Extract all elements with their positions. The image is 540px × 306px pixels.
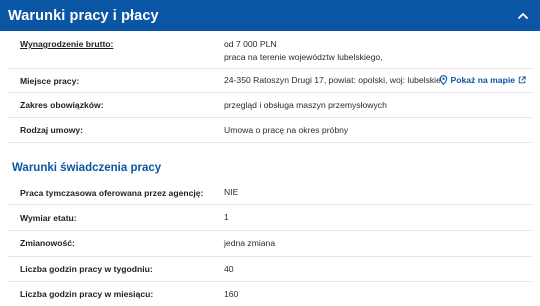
detail-value: 40 <box>224 264 234 274</box>
external-link-icon <box>518 76 526 84</box>
section-title: Warunki pracy i płacy <box>8 7 159 24</box>
detail-value: 24-350 Ratoszyn Drugi 17, powiat: opolsk… <box>224 75 441 85</box>
detail-row-weekly-hours: Liczba godzin pracy w tygodniu: 40 <box>8 257 532 282</box>
detail-label: Wynagrodzenie brutto: <box>20 39 114 49</box>
detail-row-fte: Wymiar etatu: 1 <box>8 205 532 231</box>
detail-label: Zmianowość: <box>20 238 75 248</box>
detail-value: 160 <box>224 289 239 299</box>
detail-row-monthly-hours: Liczba godzin pracy w miesiącu: 160 <box>8 282 532 306</box>
detail-row-shifts: Zmianowość: jedna zmiana <box>8 231 532 257</box>
detail-label: Miejsce pracy: <box>20 76 80 86</box>
detail-label: Liczba godzin pracy w tygodniu: <box>20 264 153 274</box>
detail-row-temp-agency: Praca tymczasowa oferowana przez agencję… <box>8 180 532 205</box>
detail-value: jedna zmiana <box>224 238 276 248</box>
detail-row-workplace: Miejsce pracy: 24-350 Ratoszyn Drugi 17,… <box>8 69 532 93</box>
subsection-title: Warunki świadczenia pracy <box>12 162 162 174</box>
detail-value: Umowa o pracę na okres próbny <box>224 125 349 135</box>
detail-label: Praca tymczasowa oferowana przez agencję… <box>20 188 204 198</box>
detail-row-contract: Rodzaj umowy: Umowa o pracę na okres pró… <box>8 118 532 143</box>
detail-label: Zakres obowiązków: <box>20 100 104 110</box>
detail-value-note: praca na terenie województw lubelskiego, <box>224 52 383 62</box>
detail-row-duties: Zakres obowiązków: przegląd i obsługa ma… <box>8 93 532 118</box>
detail-label: Liczba godzin pracy w miesiącu: <box>20 289 154 299</box>
detail-label: Rodzaj umowy: <box>20 125 84 135</box>
detail-value: 1 <box>224 212 229 222</box>
map-pin-icon <box>439 75 447 85</box>
detail-value: od 7 000 PLN <box>224 39 277 49</box>
show-on-map-link[interactable]: Pokaż na mapie <box>439 75 526 85</box>
detail-value: przegląd i obsługa maszyn przemysłowych <box>224 100 387 110</box>
detail-value: NIE <box>224 187 239 197</box>
section-header[interactable]: Warunki pracy i płacy <box>0 0 540 31</box>
detail-row-salary: Wynagrodzenie brutto: od 7 000 PLN praca… <box>8 34 532 69</box>
chevron-up-icon[interactable] <box>516 9 530 23</box>
show-on-map-label: Pokaż na mapie <box>450 75 515 85</box>
detail-label: Wymiar etatu: <box>20 213 77 223</box>
